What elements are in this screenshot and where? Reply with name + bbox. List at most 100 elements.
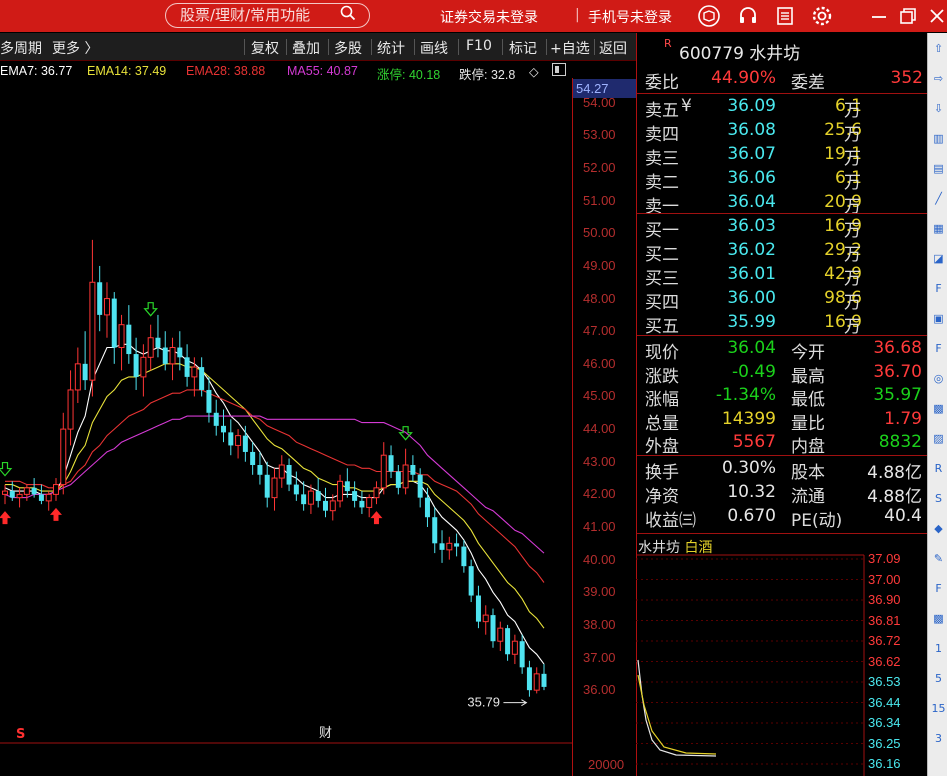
candle-body[interactable]: [16, 493, 23, 499]
candle-body[interactable]: [191, 366, 198, 378]
candle-body[interactable]: [31, 487, 37, 495]
candle-body[interactable]: [2, 490, 8, 495]
tool-fi-icon[interactable]: F: [931, 281, 946, 296]
candle-body[interactable]: [359, 500, 365, 508]
candle-body[interactable]: [264, 474, 270, 498]
scroll-up-icon[interactable]: ⇧: [931, 41, 946, 56]
candle-body[interactable]: [242, 435, 248, 452]
candle-body[interactable]: [388, 455, 394, 472]
candle-body[interactable]: [511, 640, 518, 655]
minimize-icon[interactable]: [868, 5, 890, 27]
securities-login-link[interactable]: 证券交易未登录: [440, 7, 538, 27]
candle-body[interactable]: [199, 367, 205, 390]
candle-body[interactable]: [206, 389, 212, 413]
tool-3-icon[interactable]: 3: [931, 731, 946, 746]
candle-body[interactable]: [337, 480, 344, 502]
buy-row[interactable]: 买一 36.03 16.9 万: [637, 216, 928, 241]
candle-body[interactable]: [505, 628, 511, 655]
candle-body[interactable]: [541, 673, 547, 687]
tool-fs-icon[interactable]: F: [931, 581, 946, 596]
candle-body[interactable]: [475, 595, 481, 622]
tool-globe-icon[interactable]: ◎: [931, 371, 946, 386]
candle-body[interactable]: [402, 464, 409, 489]
candle-body[interactable]: [155, 337, 161, 348]
news-icon[interactable]: [774, 5, 796, 27]
candle-body[interactable]: [497, 627, 504, 642]
candle-body[interactable]: [74, 363, 81, 391]
scroll-right-icon[interactable]: ⇨: [931, 71, 946, 86]
draw-line-button[interactable]: 画线: [420, 38, 448, 58]
tool-fi2-icon[interactable]: F: [931, 341, 946, 356]
candle-body[interactable]: [250, 451, 256, 465]
candle-body[interactable]: [410, 465, 416, 475]
candle-body[interactable]: [45, 493, 52, 502]
candle-body[interactable]: [97, 282, 103, 315]
finance-marker[interactable]: 财: [319, 726, 332, 741]
candle-body[interactable]: [286, 465, 292, 485]
candle-body[interactable]: [439, 543, 445, 550]
candle-body[interactable]: [468, 566, 474, 596]
candle-body[interactable]: [329, 500, 336, 512]
candle-body[interactable]: [221, 425, 227, 433]
candle-body[interactable]: [432, 517, 438, 544]
tool-pen-icon[interactable]: ✎: [931, 551, 946, 566]
tool-fund-icon[interactable]: ◪: [931, 251, 946, 266]
candle-body[interactable]: [9, 491, 15, 498]
tool-line-icon[interactable]: ╱: [931, 191, 946, 206]
panel-toggle-icon[interactable]: [552, 63, 566, 79]
candle-body[interactable]: [315, 491, 321, 501]
candle-body[interactable]: [380, 454, 387, 489]
back-button[interactable]: 返回: [599, 38, 627, 58]
candle-body[interactable]: [373, 487, 380, 499]
candle-body[interactable]: [519, 641, 525, 668]
tool-5-icon[interactable]: 5: [931, 671, 946, 686]
candle-body[interactable]: [103, 298, 110, 316]
tool-bars-icon[interactable]: ▤: [931, 161, 946, 176]
candle-body[interactable]: [184, 357, 190, 377]
candle-body[interactable]: [52, 484, 59, 495]
candle-body[interactable]: [533, 673, 540, 691]
candle-body[interactable]: [38, 494, 44, 501]
sell-row[interactable]: 卖一 36.04 20.9 万: [637, 192, 928, 217]
sell-row[interactable]: 卖五 ¥ 36.09 6.1 万: [637, 96, 928, 121]
candle-body[interactable]: [257, 465, 263, 475]
buy-row[interactable]: 买四 36.00 98.6 万: [637, 288, 928, 313]
expand-icon[interactable]: ◇: [529, 64, 539, 79]
multi-period-button[interactable]: 多周期: [0, 38, 42, 58]
tool-rs-icon[interactable]: R: [931, 461, 946, 476]
close-icon[interactable]: [926, 5, 947, 27]
candle-body[interactable]: [344, 481, 350, 492]
candle-body[interactable]: [82, 363, 88, 381]
buy-row[interactable]: 买三 36.01 42.9 万: [637, 264, 928, 289]
candle-body[interactable]: [490, 615, 496, 642]
tool-stripe-icon[interactable]: ▩: [931, 401, 946, 416]
headset-icon[interactable]: [737, 5, 759, 27]
tool-s-icon[interactable]: S: [931, 491, 946, 506]
buy-row[interactable]: 买二 36.02 29.2 万: [637, 240, 928, 265]
sell-row[interactable]: 卖四 36.08 25.6 万: [637, 120, 928, 145]
candle-body[interactable]: [177, 347, 183, 358]
tool-1-icon[interactable]: 1: [931, 641, 946, 656]
candle-body[interactable]: [424, 497, 430, 518]
buy-row[interactable]: 买五 35.99 16.9 万: [637, 312, 928, 337]
candle-body[interactable]: [301, 494, 307, 505]
multi-stock-button[interactable]: 多股: [334, 38, 362, 58]
candle-body[interactable]: [111, 298, 117, 348]
search-icon[interactable]: [340, 4, 356, 27]
tool-15-icon[interactable]: 15: [931, 701, 946, 716]
candle-body[interactable]: [271, 477, 278, 499]
intraday-mini-chart[interactable]: 水井坊 白酒 37.09 37.00 36.90 36.81 36.72 36.62 36.…: [636, 535, 927, 776]
tool-grid-icon[interactable]: ▦: [931, 221, 946, 236]
s-marker[interactable]: S: [16, 727, 25, 742]
rights-adjust-button[interactable]: 复权: [251, 38, 279, 58]
candle-body[interactable]: [293, 484, 299, 495]
overlay-button[interactable]: 叠加: [292, 38, 320, 58]
tool-book-icon[interactable]: ▥: [931, 131, 946, 146]
more-button[interactable]: 更多 〉: [52, 38, 98, 58]
candle-body[interactable]: [235, 435, 242, 446]
candle-body[interactable]: [417, 474, 423, 498]
app-logo-icon[interactable]: [698, 5, 720, 27]
candle-body[interactable]: [395, 471, 401, 488]
sell-row[interactable]: 卖二 36.06 6.1 万: [637, 168, 928, 193]
candle-body[interactable]: [307, 490, 314, 505]
